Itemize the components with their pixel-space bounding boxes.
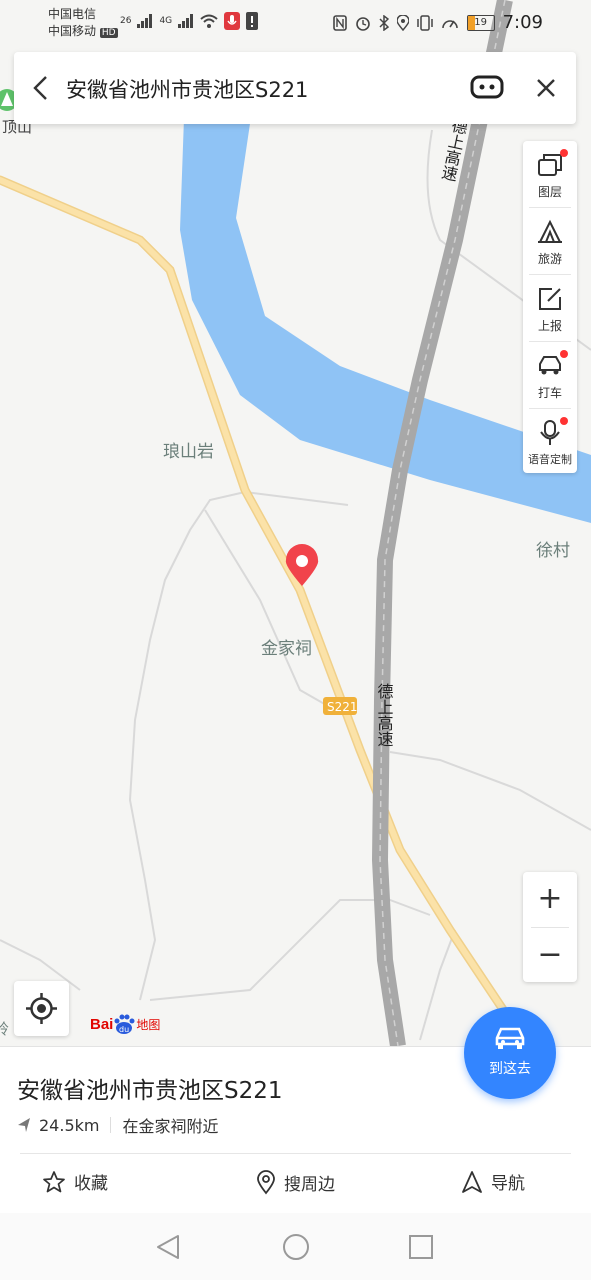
battery-level: 19 bbox=[474, 16, 487, 28]
status-right: 19 7:09 bbox=[332, 12, 543, 33]
star-icon bbox=[43, 1170, 65, 1192]
map-label-jinjiaci[interactable]: 金家祠 bbox=[261, 639, 312, 659]
tool-voice[interactable]: 语音定制 bbox=[523, 409, 577, 475]
svg-text:du: du bbox=[119, 1025, 129, 1034]
divider bbox=[20, 1153, 571, 1154]
tool-report[interactable]: 上报 bbox=[523, 275, 577, 341]
poi-distance: 24.5km bbox=[39, 1115, 100, 1135]
poi-nearby-text: 在金家祠附近 bbox=[122, 1117, 219, 1136]
system-navigation-bar bbox=[0, 1213, 591, 1280]
mic-recording-icon bbox=[224, 12, 241, 30]
paw-logo-icon: du bbox=[114, 1014, 135, 1034]
bluetooth-icon bbox=[379, 14, 389, 31]
signal-icon bbox=[137, 14, 153, 28]
search-nearby-label: 搜周边 bbox=[284, 1174, 335, 1195]
map-canvas[interactable]: 顶山 琅山岩 金家祠 徐村 岭 德上高速 德上高速 S221 bbox=[0, 0, 591, 1046]
search-query[interactable]: 安徽省池州市贵池区S221 bbox=[66, 74, 308, 104]
wifi-icon bbox=[200, 14, 218, 28]
vibrate-icon bbox=[416, 14, 433, 31]
notification-dot bbox=[560, 149, 568, 157]
car-icon bbox=[495, 1027, 525, 1049]
network-label-2: 4G bbox=[159, 16, 173, 26]
clock: 7:09 bbox=[502, 12, 543, 33]
baidu-map-logo: Bai du 地图 bbox=[90, 1013, 160, 1035]
search-bar[interactable]: 安徽省池州市贵池区S221 bbox=[14, 52, 576, 124]
navigate-button[interactable]: 导航 bbox=[461, 1169, 525, 1194]
map-label-xucun[interactable]: 徐村 bbox=[536, 541, 570, 561]
speed-icon bbox=[441, 19, 458, 28]
hd-badge: HD bbox=[99, 28, 118, 38]
tool-label-travel: 旅游 bbox=[537, 252, 562, 266]
location-icon bbox=[396, 14, 409, 31]
navigate-label: 导航 bbox=[491, 1174, 525, 1194]
road-badge-s221: S221 bbox=[327, 700, 358, 714]
tool-label-report: 上报 bbox=[537, 319, 562, 333]
alert-icon bbox=[246, 12, 259, 30]
carrier-telecom: 中国电信 bbox=[48, 7, 97, 21]
poi-title: 安徽省池州市贵池区S221 bbox=[17, 1078, 283, 1104]
zoom-controls: + − bbox=[523, 872, 577, 982]
crosshair-icon bbox=[26, 993, 57, 1024]
zoom-in-button[interactable]: + bbox=[523, 872, 577, 926]
assistant-robot-icon[interactable] bbox=[470, 73, 504, 101]
battery-icon: 19 bbox=[466, 14, 495, 31]
tool-label-voice: 语音定制 bbox=[528, 453, 572, 466]
tool-label-layers: 图层 bbox=[537, 185, 562, 199]
carrier-info: 中国电信 中国移动 HD bbox=[48, 6, 118, 42]
svg-text:德上高速: 德上高速 bbox=[375, 683, 394, 747]
nearby-pin-icon bbox=[257, 1170, 275, 1195]
alarm-icon bbox=[355, 16, 370, 31]
signal-icon-2 bbox=[178, 14, 194, 28]
notification-dot bbox=[560, 350, 568, 358]
favorite-button[interactable]: 收藏 bbox=[42, 1169, 108, 1194]
network-label-1: 26 bbox=[120, 16, 132, 26]
report-icon bbox=[539, 288, 561, 310]
go-here-button[interactable]: 到这去 bbox=[464, 1007, 556, 1099]
nav-back-icon[interactable] bbox=[155, 1233, 181, 1261]
search-nearby-button[interactable]: 搜周边 bbox=[256, 1169, 335, 1195]
status-bar: 中国电信 中国移动 HD 26 4G 19 7:09 bbox=[0, 0, 591, 44]
back-arrow-icon[interactable] bbox=[28, 74, 54, 102]
map-tool-panel: 图层 旅游 上报 打车 语音定制 bbox=[523, 141, 577, 473]
notification-dot bbox=[560, 417, 568, 425]
travel-icon bbox=[538, 219, 562, 243]
map-label-edge: 岭 bbox=[0, 1020, 9, 1038]
zoom-out-button[interactable]: − bbox=[523, 928, 577, 982]
tool-taxi[interactable]: 打车 bbox=[523, 342, 577, 408]
locate-me-button[interactable] bbox=[14, 981, 69, 1036]
divider bbox=[110, 1117, 112, 1133]
navigation-arrow-icon bbox=[462, 1170, 482, 1193]
nav-home-icon[interactable] bbox=[282, 1233, 310, 1261]
map-label-langshanyan[interactable]: 琅山岩 bbox=[163, 442, 214, 462]
favorite-label: 收藏 bbox=[74, 1174, 108, 1194]
close-icon[interactable] bbox=[532, 74, 560, 102]
nfc-icon bbox=[332, 14, 347, 31]
highway-label-mid: 德上高速 bbox=[375, 683, 394, 747]
tool-label-taxi: 打车 bbox=[537, 386, 562, 400]
signal-icons: 26 4G bbox=[120, 12, 259, 30]
go-here-label: 到这去 bbox=[489, 1061, 531, 1077]
tool-layers[interactable]: 图层 bbox=[523, 141, 577, 207]
nav-recents-icon[interactable] bbox=[408, 1234, 434, 1260]
carrier-mobile: 中国移动 bbox=[48, 24, 97, 38]
tool-travel[interactable]: 旅游 bbox=[523, 208, 577, 274]
poi-meta: 24.5km 在金家祠附近 bbox=[17, 1113, 219, 1137]
direction-arrow-icon bbox=[18, 1118, 30, 1132]
